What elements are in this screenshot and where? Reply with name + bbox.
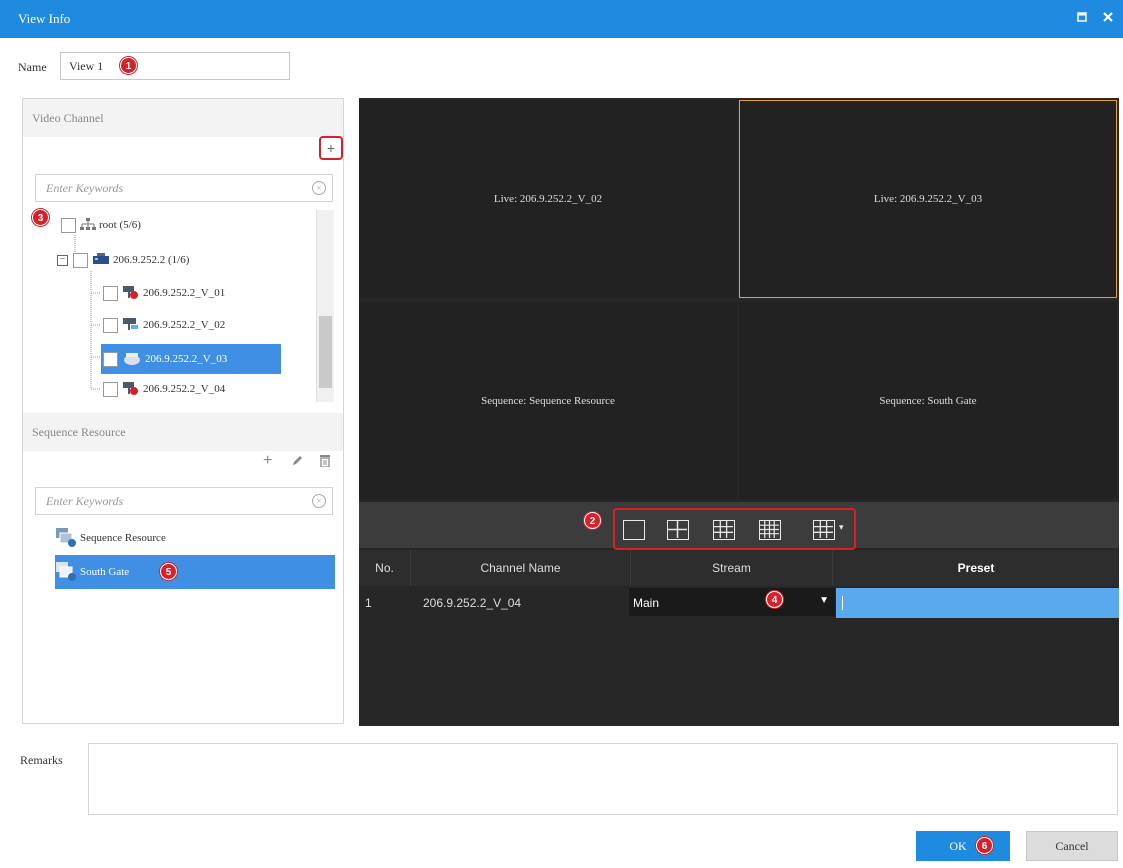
sequence-item-1-label: Sequence Resource (80, 532, 166, 544)
text-caret (842, 596, 843, 610)
remarks-label: Remarks (20, 753, 63, 767)
tree-channel-2[interactable]: 206.9.252.2_V_02 (103, 314, 225, 336)
tree-channel-1[interactable]: 206.9.252.2_V_01 (103, 282, 225, 304)
col-no: No. (359, 550, 411, 586)
ok-label: OK (949, 838, 967, 853)
name-label: Name (18, 60, 47, 74)
sequence-item-2-label: South Gate (80, 566, 130, 578)
callout-badge-2: 2 (584, 512, 601, 529)
channel-4-checkbox[interactable] (103, 381, 118, 397)
sequence-search-input[interactable]: Enter Keywords × (35, 487, 333, 515)
sequence-icon (55, 561, 77, 584)
encoder-icon (92, 252, 110, 269)
callout-badge-4: 4 (766, 591, 783, 608)
window-title: View Info (18, 11, 71, 26)
col-stream: Stream (631, 550, 833, 586)
window-cell-3-label: Sequence: Sequence Resource (481, 395, 615, 407)
layout-4x4-icon[interactable] (759, 520, 781, 540)
tree-root[interactable]: root (5/6) (61, 214, 141, 236)
dome-camera-icon (122, 350, 142, 369)
sequence-item-1[interactable]: Sequence Resource (55, 521, 335, 555)
channel-3-checkbox[interactable] (103, 351, 118, 367)
tree-channel-4[interactable]: 206.9.252.2_V_04 (103, 378, 225, 400)
layout-2x2-icon[interactable] (667, 520, 689, 540)
sequence-icon (55, 527, 77, 550)
tree-device[interactable]: − 206.9.252.2 (1/6) (57, 249, 189, 271)
tree-device-label: 206.9.252.2 (1/6) (113, 254, 190, 266)
title-bar: View Info (0, 0, 1123, 38)
name-input[interactable] (60, 52, 290, 80)
camera-offline-icon (122, 284, 140, 303)
delete-sequence-icon[interactable] (319, 454, 331, 472)
scrollbar-thumb[interactable] (319, 316, 332, 388)
col-preset: Preset (957, 561, 995, 575)
edit-sequence-icon[interactable] (291, 454, 304, 472)
layout-dropdown-icon[interactable]: ▾ (839, 522, 844, 533)
stream-select[interactable]: Main ▼ (629, 588, 835, 616)
collapse-icon[interactable]: − (57, 254, 68, 266)
network-icon (80, 217, 96, 234)
callout-badge-1: 1 (120, 57, 137, 74)
layout-selector: ▾ (613, 508, 856, 550)
callout-badge-5: 5 (160, 563, 177, 580)
tree-channel-4-label: 206.9.252.2_V_04 (143, 383, 226, 395)
sequence-item-2[interactable]: South Gate (55, 555, 335, 589)
preset-field[interactable] (836, 588, 1119, 618)
col-channel-name: Channel Name (411, 550, 631, 586)
layout-toolbar: ▾ (359, 502, 1119, 550)
window-cell-4[interactable]: Sequence: South Gate (739, 302, 1117, 500)
layout-1x1-icon[interactable] (623, 520, 645, 540)
tree-channel-1-label: 206.9.252.2_V_01 (143, 287, 226, 299)
window-cell-4-label: Sequence: South Gate (879, 395, 977, 407)
close-icon[interactable] (1098, 8, 1118, 28)
tree-root-label: root (5/6) (99, 219, 141, 231)
tree-channel-3-label: 206.9.252.2_V_03 (145, 353, 228, 365)
resource-panel: Video Channel + Enter Keywords × root (5… (22, 98, 344, 724)
sequence-resource-header: Sequence Resource (23, 413, 343, 451)
sequence-search-placeholder: Enter Keywords (46, 494, 124, 508)
cancel-button[interactable]: Cancel (1026, 831, 1118, 861)
clear-icon[interactable]: × (312, 494, 326, 508)
channel-1-checkbox[interactable] (103, 285, 118, 301)
tree-channel-2-label: 206.9.252.2_V_02 (143, 319, 226, 331)
camera-icon (122, 316, 140, 335)
window-cell-1[interactable]: Live: 206.9.252.2_V_02 (359, 100, 737, 298)
preview-panel: Live: 206.9.252.2_V_02 Live: 206.9.252.2… (359, 98, 1119, 726)
table-row[interactable]: 1 206.9.252.2_V_04 Main ▼ (359, 586, 1119, 620)
root-checkbox[interactable] (61, 217, 76, 233)
chevron-down-icon[interactable]: ▼ (819, 595, 829, 606)
tree-scrollbar[interactable] (316, 210, 334, 402)
tree-channel-3[interactable]: 206.9.252.2_V_03 (101, 344, 281, 374)
remarks-textarea[interactable] (88, 743, 1118, 815)
channel-2-checkbox[interactable] (103, 317, 118, 333)
window-cell-2[interactable]: Live: 206.9.252.2_V_03 (739, 100, 1117, 298)
add-sequence-icon[interactable]: + (263, 452, 272, 470)
camera-offline-icon (122, 380, 140, 399)
ok-button[interactable]: OK (916, 831, 1010, 861)
callout-badge-3: 3 (32, 209, 49, 226)
layout-3x3-icon[interactable] (713, 520, 735, 540)
window-cell-2-label: Live: 206.9.252.2_V_03 (873, 193, 983, 205)
table-header: No. Channel Name Stream Preset (359, 550, 1119, 586)
window-cell-1-label: Live: 206.9.252.2_V_02 (493, 193, 603, 205)
window-cell-3[interactable]: Sequence: Sequence Resource (359, 302, 737, 500)
layout-more-icon[interactable] (813, 520, 835, 540)
device-checkbox[interactable] (73, 252, 88, 268)
row-no: 1 (365, 596, 372, 610)
restore-icon[interactable] (1072, 8, 1092, 28)
stream-select-value: Main (633, 596, 660, 610)
callout-badge-6: 6 (976, 837, 993, 854)
row-channel-name: 206.9.252.2_V_04 (423, 596, 522, 610)
